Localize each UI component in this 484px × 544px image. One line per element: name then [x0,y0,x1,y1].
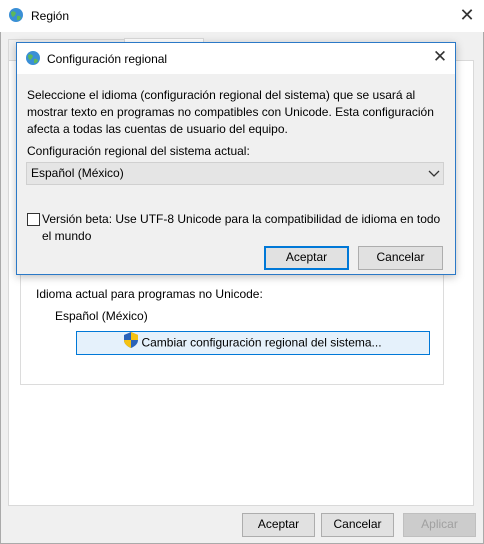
chevron-down-icon[interactable] [427,165,441,181]
region-window-title: Región [31,9,70,23]
shield-icon [124,332,139,355]
accept-button[interactable]: Aceptar [242,513,315,537]
cancel-button[interactable]: Cancelar [321,513,394,537]
beta-utf8-checkbox[interactable] [27,213,40,226]
unicode-language-value: Español (México) [55,309,148,323]
dialog-description: Seleccione el idioma (configuración regi… [27,88,434,136]
dialog-cancel-button[interactable]: Cancelar [358,246,443,270]
globe-icon [25,50,41,66]
unicode-groupbox [20,262,444,385]
dialog-title: Configuración regional [47,52,168,66]
unicode-language-label: Idioma actual para programas no Unicode: [36,287,263,301]
close-icon[interactable]: ✕ [427,45,453,71]
close-icon[interactable]: ✕ [452,2,482,30]
dialog-accept-button[interactable]: Aceptar [264,246,349,270]
globe-icon [8,7,24,23]
region-titlebar [0,0,484,32]
beta-utf8-label[interactable]: Versión beta: Use UTF-8 Unicode para la … [42,211,446,245]
change-system-locale-button[interactable]: Cambiar configuración regional del siste… [76,331,430,355]
apply-button[interactable]: Aplicar [403,513,476,537]
current-locale-label: Configuración regional del sistema actua… [27,144,250,158]
change-system-locale-label: Cambiar configuración regional del siste… [141,335,382,350]
system-locale-value: Español (México) [31,166,124,180]
